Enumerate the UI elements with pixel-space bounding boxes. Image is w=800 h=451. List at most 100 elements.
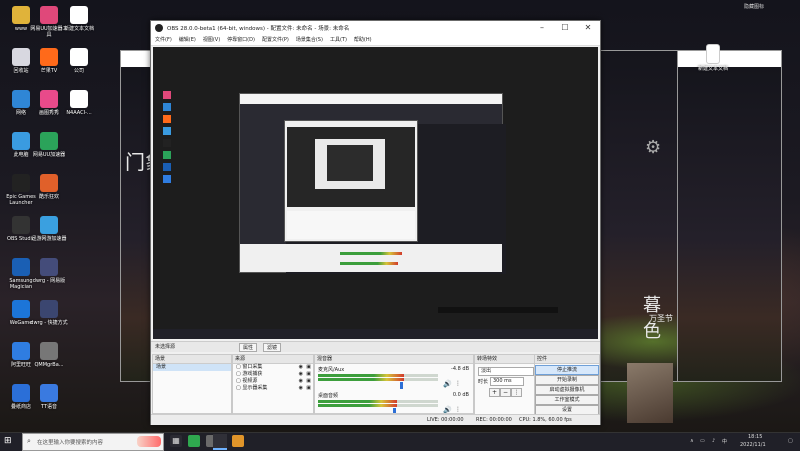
- transition-type-select[interactable]: 淡出: [478, 367, 534, 376]
- channel-db-value: -4.8 dB: [451, 366, 469, 372]
- menu-item[interactable]: 编辑(E): [179, 35, 196, 45]
- menu-item[interactable]: 视图(V): [203, 35, 220, 45]
- desktop-icon[interactable]: TT语音: [28, 384, 70, 410]
- window-title: OBS 28.0.0-beta1 (64-bit, windows) - 配置文…: [167, 26, 350, 32]
- source-toolbar: 未选择源 属性 滤镜: [151, 341, 600, 352]
- network-icon[interactable]: ▭: [700, 438, 705, 444]
- scene-item[interactable]: 场景: [153, 364, 231, 371]
- app-icon: [40, 174, 58, 192]
- speaker-icon[interactable]: 🔊: [443, 380, 452, 388]
- card-image: [627, 363, 673, 423]
- desktop-icon-label: 酷乐狂欢: [38, 194, 59, 200]
- lock-icon[interactable]: ▣: [306, 371, 311, 378]
- desktop-icon[interactable]: 公司: [58, 48, 100, 74]
- desktop-icon[interactable]: dwrg - 网易版: [28, 258, 70, 284]
- desktop-icon-label: dwrg - 快捷方式: [30, 320, 68, 326]
- desktop-icon[interactable]: QMMgrBa...: [28, 342, 70, 368]
- close-button[interactable]: ✕: [577, 22, 599, 34]
- visibility-eye-icon[interactable]: ◉: [299, 371, 303, 378]
- app-icon: [40, 132, 58, 150]
- search-placeholder: 在这里输入你要搜索的内容: [37, 440, 104, 446]
- preview-taskbar: [153, 329, 598, 339]
- source-item[interactable]: ▢ 游戏捕获 ◉ ▣: [233, 371, 313, 378]
- add-transition-button[interactable]: +: [489, 388, 500, 397]
- settings-gear-icon: ⚙: [645, 137, 662, 158]
- minimize-button[interactable]: –: [531, 22, 553, 34]
- clock-date[interactable]: 2022/11/1: [740, 442, 766, 448]
- clock-time[interactable]: 18:15: [748, 434, 762, 440]
- status-bar: LIVE: 00:00:00 REC: 00:00:00 CPU: 1.8%, …: [151, 414, 600, 425]
- desktop-icon-new-text-document[interactable]: 新建文本文档: [692, 44, 734, 72]
- desktop-icon-label: 新建文本文档: [697, 66, 728, 72]
- visibility-eye-icon[interactable]: ◉: [299, 378, 303, 385]
- properties-button[interactable]: 属性: [239, 343, 258, 352]
- control-button[interactable]: 工作室模式: [535, 395, 599, 405]
- desktop-icon-label: 新建文本文档: [63, 26, 94, 32]
- search-icon: ⌕: [27, 437, 31, 445]
- menu-item[interactable]: 配置文件(P): [262, 35, 289, 45]
- visibility-eye-icon[interactable]: ◉: [299, 385, 303, 392]
- control-button[interactable]: 启动虚拟摄像机: [535, 385, 599, 395]
- task-view-icon[interactable]: ▦: [170, 435, 182, 447]
- channel-menu-icon[interactable]: ⋮: [455, 380, 461, 387]
- tray-chevron-icon[interactable]: ∧: [690, 438, 694, 444]
- hide-icons-label[interactable]: 隐藏图标: [744, 3, 764, 10]
- obs-title-bar[interactable]: OBS 28.0.0-beta1 (64-bit, windows) - 配置文…: [151, 21, 600, 36]
- volume-meter: [318, 400, 397, 403]
- desktop-icon[interactable]: 新建文本文档: [58, 6, 100, 32]
- taskbar-search[interactable]: ⌕ 在这里输入你要搜索的内容: [22, 433, 164, 451]
- source-label: 视频源: [242, 378, 258, 384]
- control-button[interactable]: 开始录制: [535, 375, 599, 385]
- transition-menu-button[interactable]: ⋮: [511, 388, 522, 397]
- file-explorer-icon[interactable]: [232, 435, 244, 447]
- visibility-eye-icon[interactable]: ◉: [299, 364, 303, 371]
- preview-desktop-icons: [159, 87, 215, 307]
- volume-slider[interactable]: [400, 382, 403, 389]
- search-highlight-icon: [137, 436, 161, 447]
- desktop-icon-label: 迅游网游加速器: [31, 236, 67, 242]
- channel-menu-icon[interactable]: ⋮: [455, 406, 461, 413]
- duration-input[interactable]: 300 ms: [490, 377, 524, 386]
- cpu-fps-status: CPU: 1.8%, 60.00 fps: [519, 417, 572, 423]
- lock-icon[interactable]: ▣: [306, 385, 311, 392]
- duration-label: 时长: [478, 379, 489, 385]
- app-icon: [40, 300, 58, 318]
- source-item[interactable]: ▢ 显示器采集 ◉ ▣: [233, 385, 313, 392]
- notification-icon[interactable]: ▢: [788, 438, 793, 444]
- maximize-button[interactable]: ☐: [554, 22, 576, 34]
- ime-indicator[interactable]: 中: [722, 438, 727, 445]
- source-item[interactable]: ▢ 视频源 ◉ ▣: [233, 378, 313, 385]
- control-button[interactable]: 停止推流: [535, 365, 599, 375]
- volume-meter: [318, 404, 397, 407]
- source-label: 游戏捕获: [242, 371, 263, 377]
- lock-icon[interactable]: ▣: [306, 378, 311, 385]
- desktop-icon[interactable]: 网易UU加速器: [28, 132, 70, 158]
- menu-item[interactable]: 帮助(H): [354, 35, 372, 45]
- desktop-icon-label: 网易UU加速器: [32, 152, 66, 158]
- remove-transition-button[interactable]: −: [500, 388, 511, 397]
- desktop-icon[interactable]: N4AACI-...: [58, 90, 100, 116]
- nested-capture-1: [239, 93, 506, 274]
- preview-canvas[interactable]: [153, 47, 598, 339]
- menu-item[interactable]: 文件(F): [155, 35, 172, 45]
- obs-window: OBS 28.0.0-beta1 (64-bit, windows) - 配置文…: [150, 20, 601, 425]
- source-label: 显示器采集: [242, 385, 268, 391]
- document-icon: [706, 44, 720, 64]
- windows-start-icon[interactable]: ⊞: [4, 436, 14, 446]
- obs-taskbar-icon[interactable]: [213, 434, 227, 450]
- app-icon: [70, 48, 88, 66]
- desktop-icon[interactable]: 酷乐狂欢: [28, 174, 70, 200]
- lock-icon[interactable]: ▣: [306, 364, 311, 371]
- menu-item[interactable]: 停靠窗口(D): [227, 35, 255, 45]
- menu-item[interactable]: 场景集合(S): [296, 35, 323, 45]
- menu-item[interactable]: 工具(T): [330, 35, 347, 45]
- volume-icon[interactable]: ♪: [712, 438, 715, 444]
- wechat-icon[interactable]: [188, 435, 200, 447]
- desktop-icon[interactable]: 迅游网游加速器: [28, 216, 70, 242]
- channel-name: 桌面音频: [318, 393, 339, 399]
- filters-button[interactable]: 滤镜: [263, 343, 282, 352]
- source-item[interactable]: ▢ 窗口采集 ◉ ▣: [233, 364, 313, 371]
- desktop-icon-label: dwrg - 网易版: [32, 278, 66, 284]
- desktop-icon[interactable]: dwrg - 快捷方式: [28, 300, 70, 326]
- desktop-icon-label: N4AACI-...: [66, 110, 92, 116]
